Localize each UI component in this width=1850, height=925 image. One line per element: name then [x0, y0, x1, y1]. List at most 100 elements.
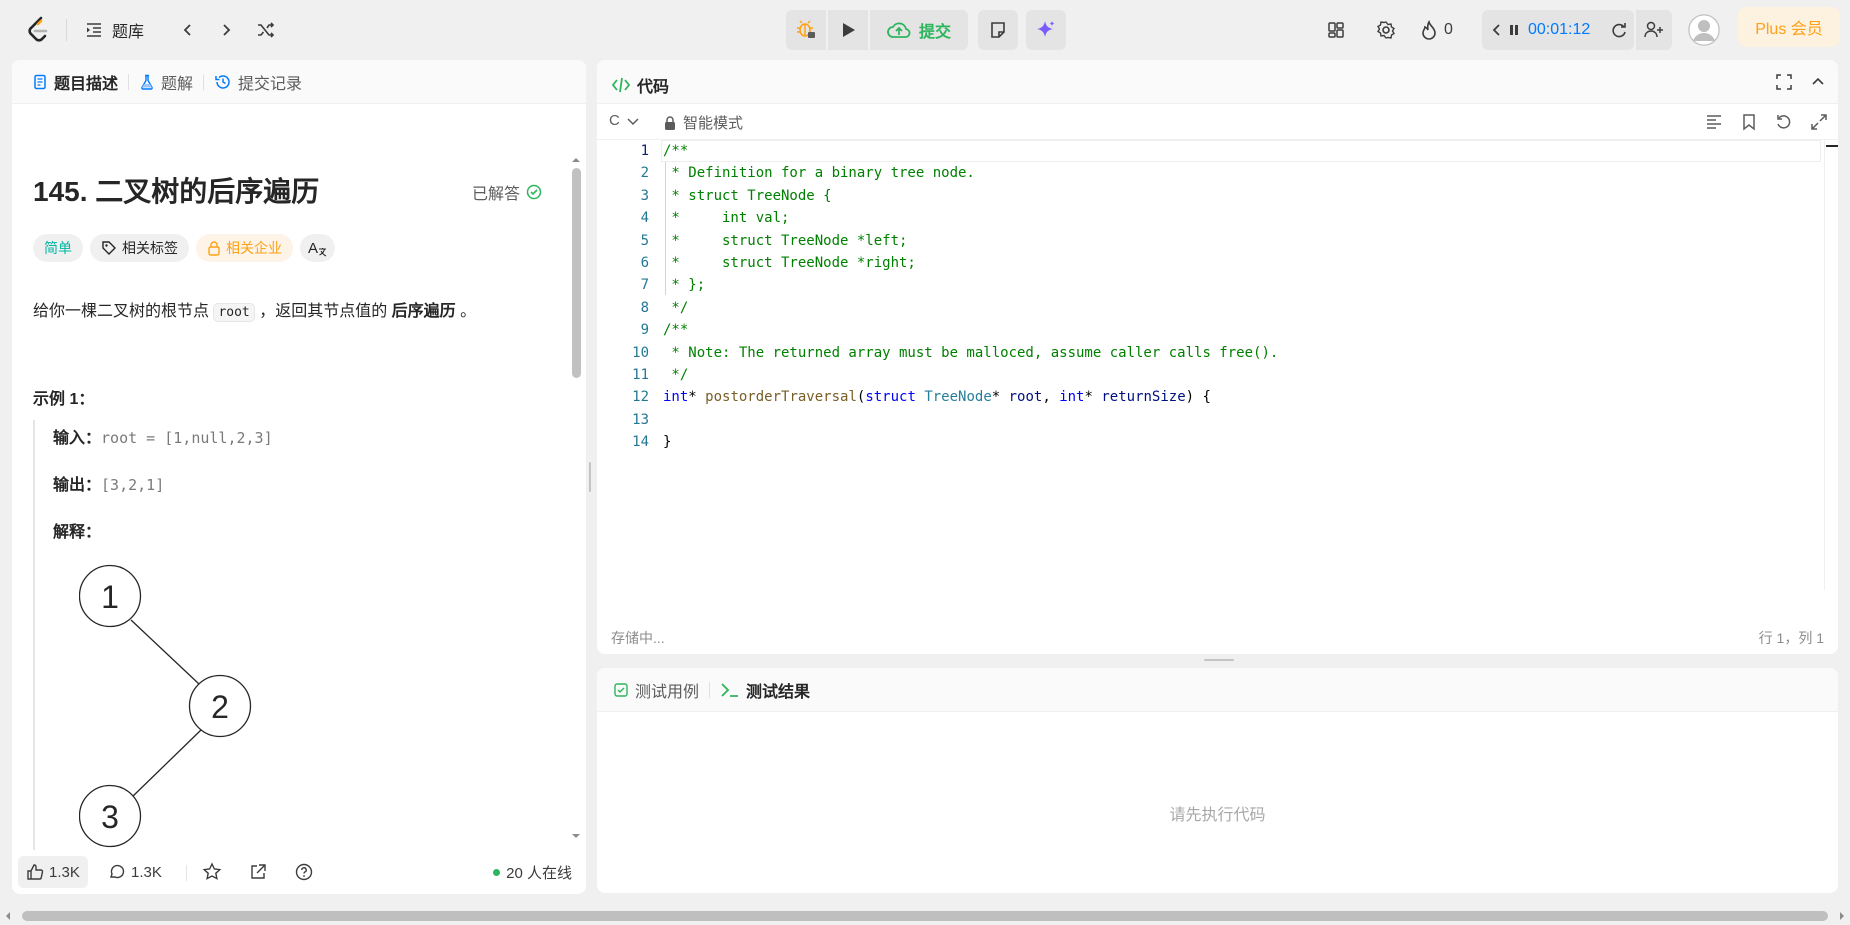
tab-testcases[interactable]: 测试用例: [607, 678, 705, 702]
problem-description: 给你一棵二叉树的根节点 root ，返回其节点值的 后序遍历 。: [33, 298, 476, 327]
translate-button[interactable]: A: [300, 234, 336, 262]
check-circle-icon: [526, 184, 542, 200]
document-icon: [32, 74, 48, 90]
vertical-splitter[interactable]: [588, 462, 592, 492]
code-text: */: [663, 299, 689, 316]
pause-icon[interactable]: [1508, 22, 1520, 38]
timer-widget: 00:01:12: [1482, 10, 1634, 50]
code-text: /**: [663, 322, 689, 339]
problem-panel: 题目描述 题解 提交记录 145. 二叉树的后序遍历 已解答 简单 相关标签 相…: [12, 60, 586, 894]
tab-description[interactable]: 题目描述: [26, 70, 124, 94]
code-editor[interactable]: 1/** 2 * Definition for a binary tree no…: [597, 140, 1838, 590]
prev-problem-button[interactable]: [172, 14, 204, 46]
tab-submissions[interactable]: 提交记录: [208, 70, 308, 94]
problem-footer: 1.3K 1.3K 20 人在线: [12, 850, 586, 894]
favorite-button[interactable]: [202, 862, 222, 882]
horizontal-splitter[interactable]: [1204, 659, 1234, 663]
tab-testcases-label: 测试用例: [635, 684, 700, 701]
code-line: 3 * struct TreeNode {: [597, 185, 1838, 207]
edge-2-3: [130, 729, 202, 799]
reset-code-button[interactable]: [1775, 113, 1793, 131]
layout-icon: [1326, 20, 1346, 40]
like-count: 1.3K: [49, 863, 80, 881]
external-link-icon: [248, 862, 268, 882]
related-tags-button[interactable]: 相关标签: [90, 234, 189, 262]
code-line: 6 * struct TreeNode *right;: [597, 252, 1838, 274]
expand-editor-button[interactable]: [1810, 113, 1828, 131]
code-line: 10 * Note: The returned array must be ma…: [597, 342, 1838, 364]
notes-button[interactable]: [978, 10, 1018, 50]
language-select[interactable]: C: [609, 112, 640, 129]
leetcode-logo[interactable]: [26, 14, 50, 44]
editor-status-bar: 存储中... 行 1，列 1: [597, 620, 1838, 654]
code-text: * Note: The returned array must be mallo…: [663, 344, 1279, 361]
collapse-timer-icon[interactable]: [1490, 22, 1504, 38]
code-line: 1/**: [597, 140, 1838, 162]
plus-membership-button[interactable]: Plus 会员: [1738, 7, 1840, 47]
problem-scrollbar[interactable]: [570, 104, 582, 850]
flask-icon: [139, 74, 155, 90]
gear-icon: [1376, 20, 1396, 40]
code-line: 2 * Definition for a binary tree node.: [597, 162, 1838, 184]
share-button[interactable]: [248, 862, 268, 882]
help-button[interactable]: [294, 862, 314, 882]
submit-button[interactable]: 提交: [870, 10, 968, 50]
related-tags-label: 相关标签: [122, 240, 178, 256]
next-problem-button[interactable]: [210, 14, 242, 46]
bookmark-button[interactable]: [1740, 113, 1758, 131]
code-text: * struct TreeNode {: [663, 187, 832, 204]
input-value: root = [1,null,2,3]: [101, 429, 273, 447]
tree-node-1-label: 1: [101, 579, 119, 615]
tab-solutions-label: 题解: [161, 76, 194, 93]
like-button[interactable]: 1.3K: [18, 856, 88, 888]
code-line: 8 */: [597, 297, 1838, 319]
reset-timer-icon[interactable]: [1610, 21, 1628, 39]
smart-mode-toggle[interactable]: 智能模式: [663, 112, 743, 133]
translate-icon: A: [308, 240, 327, 257]
description-text-1: 给你一棵二叉树的根节点: [33, 303, 214, 320]
invite-button[interactable]: [1636, 10, 1672, 50]
settings-button[interactable]: [1370, 14, 1402, 46]
maximize-button[interactable]: [1775, 73, 1793, 91]
comments-button[interactable]: 1.3K: [108, 856, 162, 888]
code-line: 5 * struct TreeNode *left;: [597, 230, 1838, 252]
problem-title[interactable]: 145. 二叉树的后序遍历: [33, 170, 319, 210]
results-empty-message: 请先执行代码: [1169, 807, 1266, 824]
maximize-icon: [1775, 73, 1793, 91]
format-button[interactable]: [1705, 113, 1723, 131]
streak-counter[interactable]: 0: [1420, 14, 1453, 46]
cloud-upload-icon: [887, 20, 911, 40]
code-text: * struct TreeNode *left;: [663, 232, 908, 249]
comment-icon: [108, 863, 126, 881]
lock-icon: [663, 115, 677, 131]
tab-description-label: 题目描述: [54, 76, 119, 93]
note-icon: [989, 21, 1007, 39]
random-problem-button[interactable]: [250, 14, 282, 46]
companies-button[interactable]: 相关企业: [196, 234, 293, 262]
tab-test-results[interactable]: 测试结果: [714, 678, 816, 702]
language-label: C: [609, 112, 620, 129]
problem-content: 145. 二叉树的后序遍历 已解答 简单 相关标签 相关企业 A 给你一棵二叉树…: [12, 104, 586, 850]
code-panel-title: 代码: [637, 79, 670, 96]
tab-solutions[interactable]: 题解: [133, 70, 199, 94]
debug-button[interactable]: [786, 10, 826, 50]
submit-label: 提交: [918, 24, 951, 41]
layout-button[interactable]: [1320, 14, 1352, 46]
expand-icon: [1810, 113, 1828, 131]
code-line: 13: [632, 411, 649, 428]
problem-list-button[interactable]: 题库: [84, 14, 144, 46]
scrollbar-thumb[interactable]: [572, 168, 581, 378]
description-bold: 后序遍历: [391, 303, 456, 320]
page-horizontal-scrollbar[interactable]: [0, 907, 1850, 925]
input-label: 输入：: [53, 430, 102, 447]
ai-assistant-button[interactable]: [1026, 10, 1066, 50]
flame-icon: [1420, 20, 1438, 40]
tree-node-3-label: 3: [101, 799, 119, 835]
run-button[interactable]: [828, 10, 868, 50]
difficulty-badge[interactable]: 简单: [33, 234, 83, 262]
code-text: * Definition for a binary tree node.: [663, 165, 975, 182]
user-avatar[interactable]: [1688, 14, 1720, 46]
page-scrollbar-thumb[interactable]: [22, 911, 1828, 921]
collapse-button[interactable]: [1809, 73, 1827, 91]
solved-label: 已解答: [472, 186, 521, 203]
